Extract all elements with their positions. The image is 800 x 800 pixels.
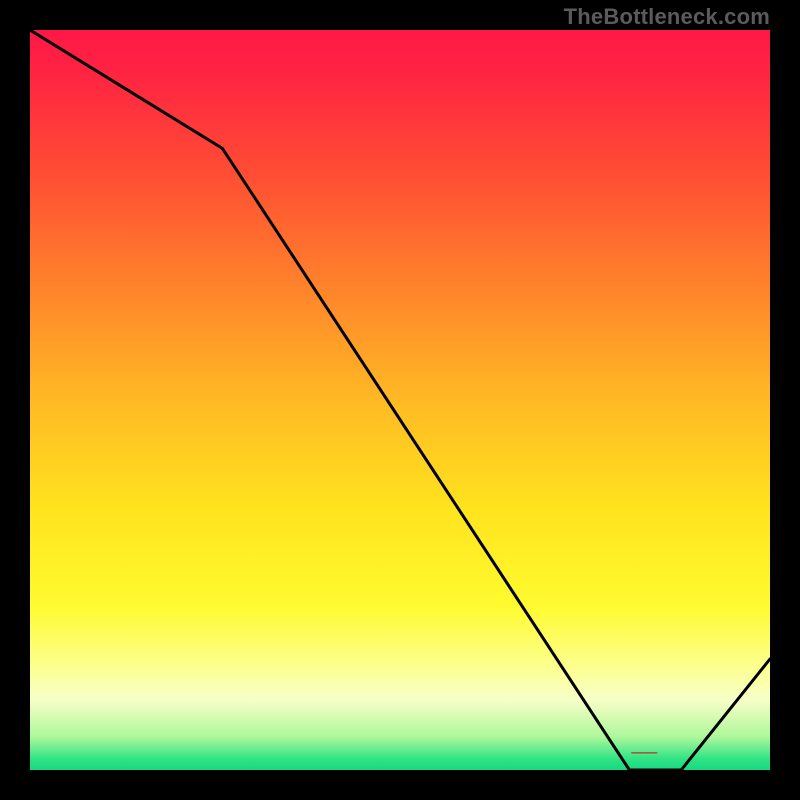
plot-area: —— xyxy=(30,30,770,770)
heatmap-background xyxy=(30,30,770,770)
chart-canvas: TheBottleneck.com —— xyxy=(0,0,800,800)
plot-svg: —— xyxy=(30,30,770,770)
watermark-text: TheBottleneck.com xyxy=(564,4,770,30)
series-marker-label: —— xyxy=(631,745,657,760)
